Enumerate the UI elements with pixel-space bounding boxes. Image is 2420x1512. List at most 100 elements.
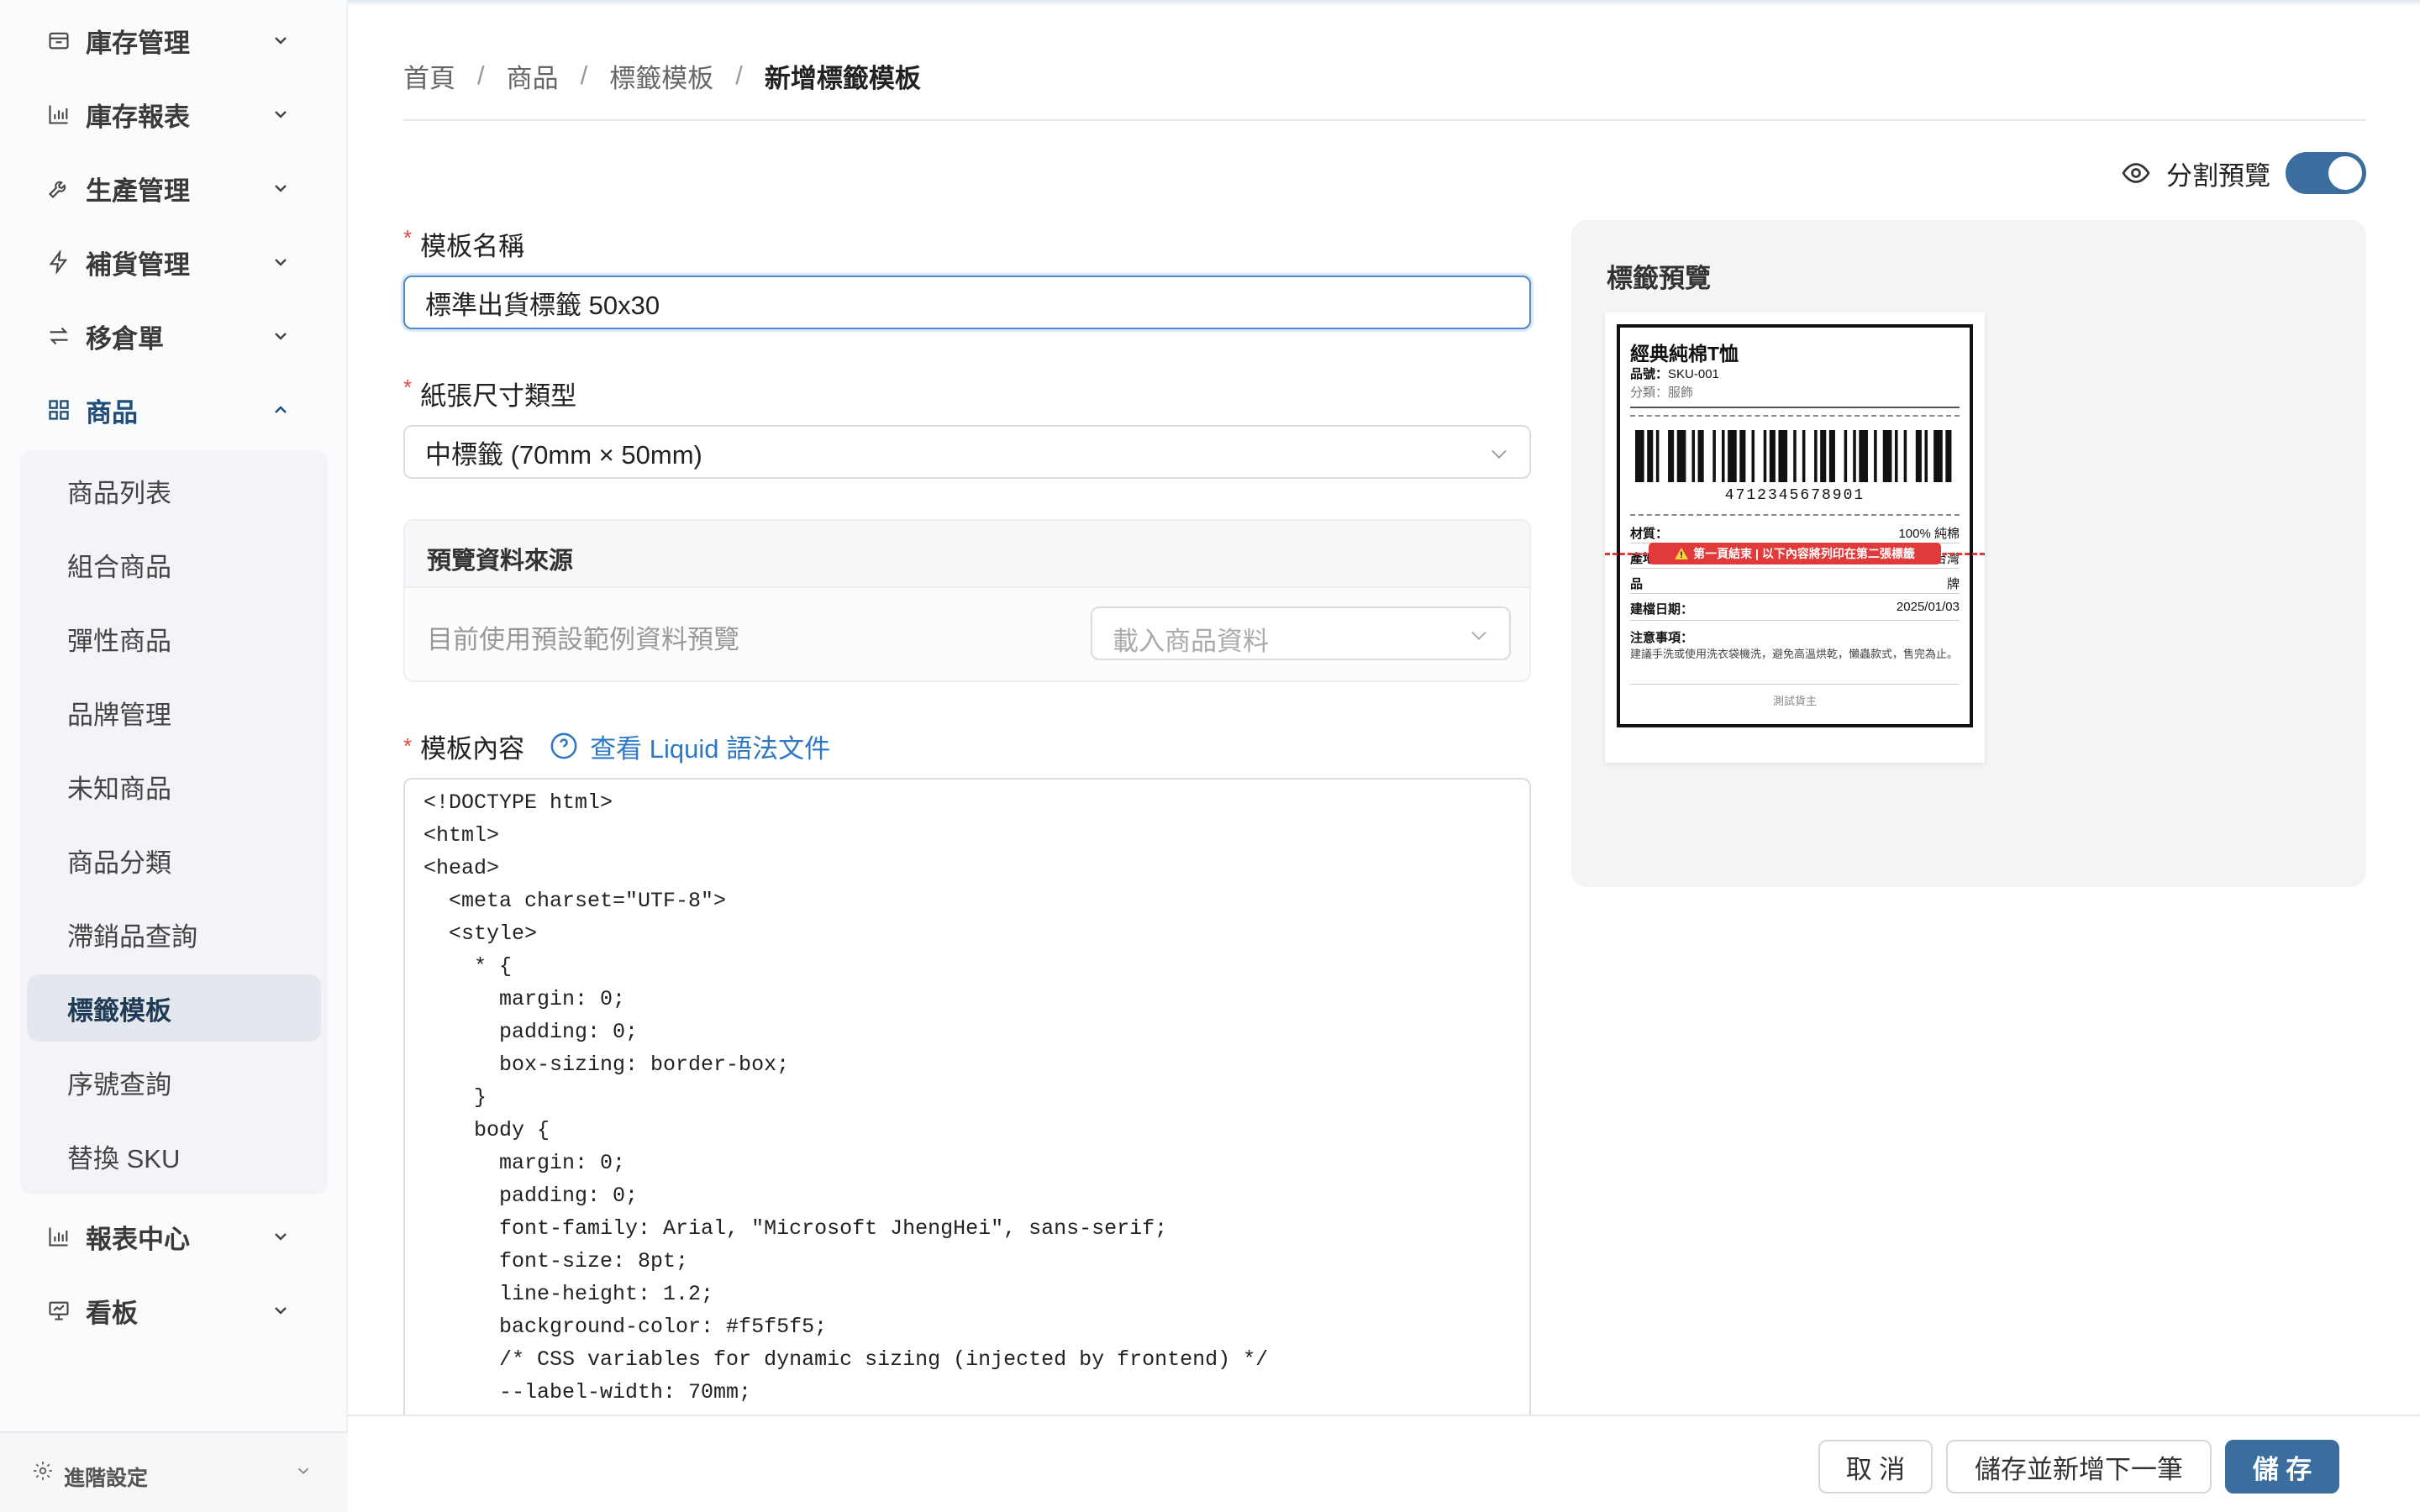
transfer-icon <box>45 323 72 349</box>
submenu-item-unknown[interactable]: 未知商品 <box>27 753 321 820</box>
notes-label: 注意事項： <box>1630 631 1694 645</box>
barcode-bar <box>1844 430 1848 482</box>
sku-value: SKU-001 <box>1668 367 1719 381</box>
barcode-bar <box>1820 430 1827 482</box>
breadcrumb-separator: / <box>580 60 588 90</box>
nav-item-inventory[interactable]: 庫存管理 <box>0 3 348 77</box>
select-placeholder: 載入商品資料 <box>1113 627 1269 656</box>
barcode-bar <box>1933 430 1943 482</box>
chevron-down-icon <box>267 175 294 202</box>
nav-item-report-center[interactable]: 報表中心 <box>0 1200 348 1273</box>
load-product-select[interactable]: 載入商品資料 <box>1091 606 1511 660</box>
advanced-settings-label: 進階設定 <box>64 1467 149 1490</box>
action-bar: 取 消 儲存並新增下一筆 儲 存 <box>348 1415 2420 1512</box>
owner-footer: 測試貨主 <box>1772 695 1817 707</box>
label-text: 紙張尺寸類型 <box>420 381 577 411</box>
barcode-bar <box>1793 430 1797 482</box>
cancel-button[interactable]: 取 消 <box>1818 1440 1933 1494</box>
template-name-input[interactable]: 標準出貨標籤 50x30 <box>403 276 1531 329</box>
sidebar: 庫存管理 庫存報表 生產管理 補貨管理 移倉單 商品 商品列表 組合商品 彈性商… <box>0 0 348 1512</box>
advanced-settings[interactable]: 進階設定 <box>0 1431 348 1512</box>
label-text: 模板內容 <box>420 733 525 764</box>
nav-item-products[interactable]: 商品 <box>0 373 348 447</box>
gear-icon <box>32 1460 57 1485</box>
liquid-docs-link[interactable]: 查看 Liquid 語法文件 <box>550 727 830 765</box>
notes-text: 建議手洗或使用洗衣袋機洗，避免高溫烘乾，懶蟲款式，售完為止。 <box>1630 648 1959 660</box>
save-button[interactable]: 儲 存 <box>2225 1440 2339 1494</box>
chevron-down-icon <box>1487 442 1511 465</box>
material-value: 100% 純棉 <box>1898 527 1960 541</box>
paper-size-label: * 紙張尺寸類型 <box>403 375 576 412</box>
brand-label: 品 <box>1630 577 1644 591</box>
label-sheet: 經典純棉T恤 品號：SKU-001 分類：服飾 4712345678901 材質… <box>1617 324 1973 727</box>
submenu-item-slow-moving[interactable]: 滯銷品查詢 <box>27 900 321 968</box>
nav-label: 補貨管理 <box>86 249 190 280</box>
page-break-badge: 第一頁結束 | 以下內容將列印在第二張標籤 <box>1649 543 1941 564</box>
sku-row: 品號：SKU-001 <box>1630 365 1719 382</box>
bar-chart-icon <box>45 1223 72 1250</box>
nav-label: 看板 <box>86 1298 138 1328</box>
liquid-docs-link-text: 查看 Liquid 語法文件 <box>590 733 831 764</box>
label-dash <box>1630 415 1960 417</box>
chevron-down-icon <box>267 27 294 54</box>
code-content: <!DOCTYPE html> <html> <head> <meta char… <box>424 790 1269 1404</box>
bar-chart-icon <box>45 101 72 128</box>
submenu-item-product-list[interactable]: 商品列表 <box>27 457 321 524</box>
barcode-bar <box>1882 430 1892 482</box>
product-name: 經典純棉T恤 <box>1630 343 1739 365</box>
label-text: 模板名稱 <box>420 232 525 261</box>
nav-item-replenishment[interactable]: 補貨管理 <box>0 225 348 299</box>
split-preview-toggle[interactable] <box>2286 152 2366 194</box>
nav-item-transfer[interactable]: 移倉單 <box>0 299 348 373</box>
input-value: 標準出貨標籤 50x30 <box>425 290 660 320</box>
breadcrumb-label-templates[interactable]: 標籤模板 <box>609 57 713 95</box>
presentation-icon <box>45 1297 72 1324</box>
submenu-label: 標籤模板 <box>67 995 171 1026</box>
page-break-text: 第一頁結束 | 以下內容將列印在第二張標籤 <box>1693 547 1915 560</box>
template-code-editor[interactable]: <!DOCTYPE html> <html> <head> <meta char… <box>403 778 1531 1416</box>
brand-row: 品牌 <box>1630 575 1960 592</box>
preview-source-panel: 預覽資料來源 目前使用預設範例資料預覽 載入商品資料 <box>403 519 1531 682</box>
breadcrumb-home[interactable]: 首頁 <box>403 57 455 95</box>
nav-item-inventory-report[interactable]: 庫存報表 <box>0 77 348 151</box>
chevron-down-icon <box>267 249 294 276</box>
nav-item-dashboard[interactable]: 看板 <box>0 1273 348 1347</box>
archive-icon <box>45 27 72 54</box>
breadcrumb-separator: / <box>735 60 743 90</box>
products-submenu: 商品列表 組合商品 彈性商品 品牌管理 未知商品 商品分類 滯銷品查詢 標籤模板… <box>20 450 328 1194</box>
submenu-item-brands[interactable]: 品牌管理 <box>27 679 321 746</box>
submenu-item-flexible[interactable]: 彈性商品 <box>27 605 321 672</box>
split-preview: 分割預覽 <box>2121 151 2366 195</box>
required-mark: * <box>403 732 413 759</box>
template-name-label: * 模板名稱 <box>403 225 524 263</box>
required-mark: * <box>403 225 413 250</box>
nav-label: 生產管理 <box>86 176 190 206</box>
submenu-item-replace-sku[interactable]: 替換 SKU <box>27 1122 321 1189</box>
date-label: 建檔日期： <box>1630 602 1694 617</box>
submenu-label: 商品列表 <box>67 478 171 508</box>
paper-size-select[interactable]: 中標籤 (70mm × 50mm) <box>403 425 1531 479</box>
nav-item-production[interactable]: 生產管理 <box>0 151 348 225</box>
submenu-item-bundle[interactable]: 組合商品 <box>27 531 321 598</box>
label-dash <box>1630 514 1960 516</box>
submenu-label: 序號查詢 <box>67 1069 171 1100</box>
chevron-down-icon <box>267 1223 294 1250</box>
submenu-item-label-templates[interactable]: 標籤模板 <box>27 974 321 1042</box>
save-and-new-button[interactable]: 儲存並新增下一筆 <box>1946 1440 2212 1494</box>
date-value: 2025/01/03 <box>1896 600 1960 614</box>
preview-source-header: 預覽資料來源 <box>405 521 1529 588</box>
submenu-item-serial-lookup[interactable]: 序號查詢 <box>27 1048 321 1116</box>
barcode-bar <box>1676 430 1686 482</box>
nav-label: 移倉單 <box>86 323 164 354</box>
breadcrumb: 首頁 / 商品 / 標籤模板 / 新增標籤模板 <box>403 57 921 94</box>
sku-label: 品號： <box>1630 367 1669 381</box>
barcode-bar <box>1769 430 1776 482</box>
chevron-down-icon <box>267 101 294 128</box>
question-circle-icon <box>550 732 578 760</box>
submenu-label: 未知商品 <box>67 774 171 804</box>
submenu-label: 組合商品 <box>67 552 171 582</box>
breadcrumb-products[interactable]: 商品 <box>507 57 559 95</box>
brand-value: 牌 <box>1946 577 1960 591</box>
submenu-item-categories[interactable]: 商品分類 <box>27 827 321 894</box>
template-content-label: * 模板內容 查看 Liquid 語法文件 <box>403 727 830 764</box>
